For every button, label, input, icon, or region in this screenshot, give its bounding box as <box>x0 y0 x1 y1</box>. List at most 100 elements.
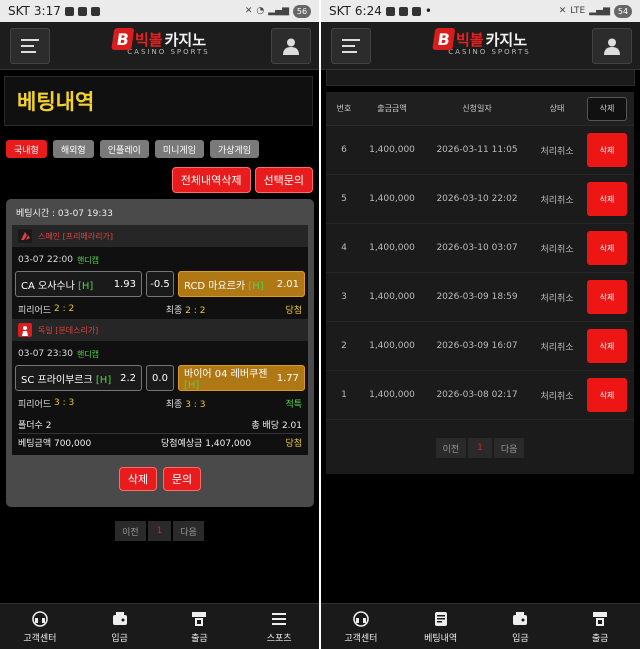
away-team-option[interactable]: RCD 마요르카 [H] 2.01 <box>178 271 305 297</box>
receipt-icon <box>434 611 447 626</box>
period-score: 2 : 2 <box>54 304 75 314</box>
user-button[interactable] <box>271 28 311 64</box>
nav-customer-center[interactable]: 고객센터 <box>0 604 80 649</box>
current-page[interactable]: 1 <box>468 438 492 458</box>
clock: 6:24 <box>354 4 382 18</box>
tab-virtual[interactable]: 가상게임 <box>209 140 260 158</box>
table-row: 2 1,400,000 2026-03-09 16:07 처리취소 삭제 <box>326 322 634 371</box>
hamburger-icon <box>342 39 360 53</box>
delete-bet-button[interactable]: 삭제 <box>119 467 157 491</box>
delete-all-button[interactable]: 전체내역삭제 <box>171 167 251 193</box>
page-title: 베팅내역 <box>17 90 95 114</box>
row-state: 처리취소 <box>540 146 574 157</box>
inquiry-bet-button[interactable]: 문의 <box>163 467 201 491</box>
notification-icon <box>77 6 87 16</box>
period-score: 3 : 3 <box>54 398 75 408</box>
nav-deposit[interactable]: 입금 <box>481 604 561 649</box>
row-amount: 1,400,000 <box>369 390 415 400</box>
row-number: 2 <box>341 341 347 351</box>
bet-slip-card: 베팅시간 : 03-07 19:33 스페인 [프리메라리가] 03-07 22… <box>6 199 314 507</box>
row-state: 처리취소 <box>540 195 574 206</box>
tab-domestic[interactable]: 국내형 <box>6 140 47 158</box>
away-odds: 1.77 <box>276 372 299 384</box>
table-header: 번호 출금금액 신청일자 상태 삭제 <box>326 92 634 126</box>
right-phone-screen: SKT 6:24 • ✕ LTE ▂▄▆ 54 B 빅볼 카지노 CASINO … <box>321 0 640 649</box>
user-button[interactable] <box>592 28 632 64</box>
col-number: 번호 <box>336 104 352 113</box>
inquiry-selected-button[interactable]: 선택문의 <box>254 167 313 193</box>
row-state: 처리취소 <box>540 244 574 255</box>
page-title-box: 베팅내역 <box>4 76 313 126</box>
delete-row-button[interactable]: 삭제 <box>587 378 627 412</box>
nav-withdraw[interactable]: 출금 <box>160 604 240 649</box>
mute-icon: ✕ <box>244 6 253 16</box>
network-type: LTE <box>570 6 586 16</box>
game-type-tabs: 국내형 해외형 인플레이 미니게임 가상게임 <box>0 140 319 158</box>
next-page-button[interactable]: 다음 <box>173 521 204 541</box>
away-team-option[interactable]: 바이어 04 레버쿠젠 [H] 1.77 <box>178 365 305 391</box>
logo-text-red: 빅볼 <box>134 30 163 49</box>
period-label: 피리어드 <box>18 399 52 410</box>
delete-row-button[interactable]: 삭제 <box>587 231 627 265</box>
row-state: 처리취소 <box>540 342 574 353</box>
notification-icon <box>411 6 421 16</box>
logo-subtitle: CASINO SPORTS <box>448 48 531 56</box>
nav-withdraw[interactable]: 출금 <box>560 604 640 649</box>
bet-amount: 베팅금액 700,000 <box>18 439 92 449</box>
current-page[interactable]: 1 <box>147 521 172 541</box>
row-date: 2026-03-09 16:07 <box>436 341 518 351</box>
home-team-name: CA 오사수나 <box>21 280 75 292</box>
logo-text-red: 빅볼 <box>455 30 484 49</box>
logo-subtitle: CASINO SPORTS <box>127 48 210 56</box>
home-marker: [H] <box>95 374 112 386</box>
app-header: B 빅볼 카지노 CASINO SPORTS <box>321 22 640 70</box>
handicap-line: 0.0 <box>146 365 174 391</box>
delete-row-button[interactable]: 삭제 <box>587 280 627 314</box>
tab-minigame[interactable]: 미니게임 <box>154 140 204 158</box>
site-logo[interactable]: B 빅볼 카지노 CASINO SPORTS <box>109 28 209 56</box>
cash-out-icon <box>192 611 207 626</box>
next-page-button[interactable]: 다음 <box>493 438 525 458</box>
carrier-label: SKT <box>329 4 351 18</box>
bet-card-actions: 삭제 문의 <box>12 467 308 491</box>
tab-overseas[interactable]: 해외형 <box>52 140 94 158</box>
row-state: 처리취소 <box>540 391 574 402</box>
table-row: 1 1,400,000 2026-03-08 02:17 처리취소 삭제 <box>326 371 634 420</box>
col-amount: 출금금액 <box>377 104 407 113</box>
delete-all-rows-button[interactable]: 삭제 <box>587 96 627 121</box>
delete-row-button[interactable]: 삭제 <box>587 182 627 216</box>
nav-deposit[interactable]: 입금 <box>80 604 160 649</box>
list-icon <box>272 612 287 625</box>
prev-page-button[interactable]: 이전 <box>115 521 146 541</box>
user-icon <box>283 38 299 55</box>
menu-button[interactable] <box>331 28 371 64</box>
laliga-icon <box>18 229 32 243</box>
nav-customer-center[interactable]: 고객센터 <box>321 604 401 649</box>
row-number: 3 <box>341 292 347 302</box>
row-date: 2026-03-10 22:02 <box>436 194 518 204</box>
folder-count: 폴더수 2 <box>18 420 52 431</box>
final-label: 최종 <box>165 305 183 316</box>
match-time-row: 03-07 23:30 핸디캡 <box>12 345 308 363</box>
home-team-option[interactable]: CA 오사수나 [H] 1.93 <box>15 271 142 297</box>
prev-page-button[interactable]: 이전 <box>435 438 467 458</box>
nav-bet-history[interactable]: 베팅내역 <box>401 604 481 649</box>
delete-row-button[interactable]: 삭제 <box>587 329 627 363</box>
pagination: 이전 1 다음 <box>0 521 319 541</box>
row-date: 2026-03-11 11:05 <box>436 145 518 155</box>
bundesliga-icon <box>18 323 32 337</box>
mute-icon: ✕ <box>558 6 567 16</box>
away-marker: [H] <box>248 280 264 292</box>
row-amount: 1,400,000 <box>369 145 415 155</box>
headset-icon <box>32 610 48 627</box>
delete-row-button[interactable]: 삭제 <box>587 133 627 167</box>
menu-button[interactable] <box>10 28 50 64</box>
tab-inplay[interactable]: 인플레이 <box>99 140 149 158</box>
site-logo[interactable]: B 빅볼 카지노 CASINO SPORTS <box>430 28 530 56</box>
nav-sports[interactable]: 스포츠 <box>239 604 319 649</box>
bottom-nav: 고객센터 입금 출금 스포츠 <box>0 603 319 649</box>
bet-status: 당첨 <box>285 439 302 449</box>
league-header: 독일 [분데스리가] <box>12 319 308 341</box>
home-team-option[interactable]: SC 프라이부르크 [H] 2.2 <box>15 365 142 391</box>
cash-out-icon <box>593 611 608 626</box>
